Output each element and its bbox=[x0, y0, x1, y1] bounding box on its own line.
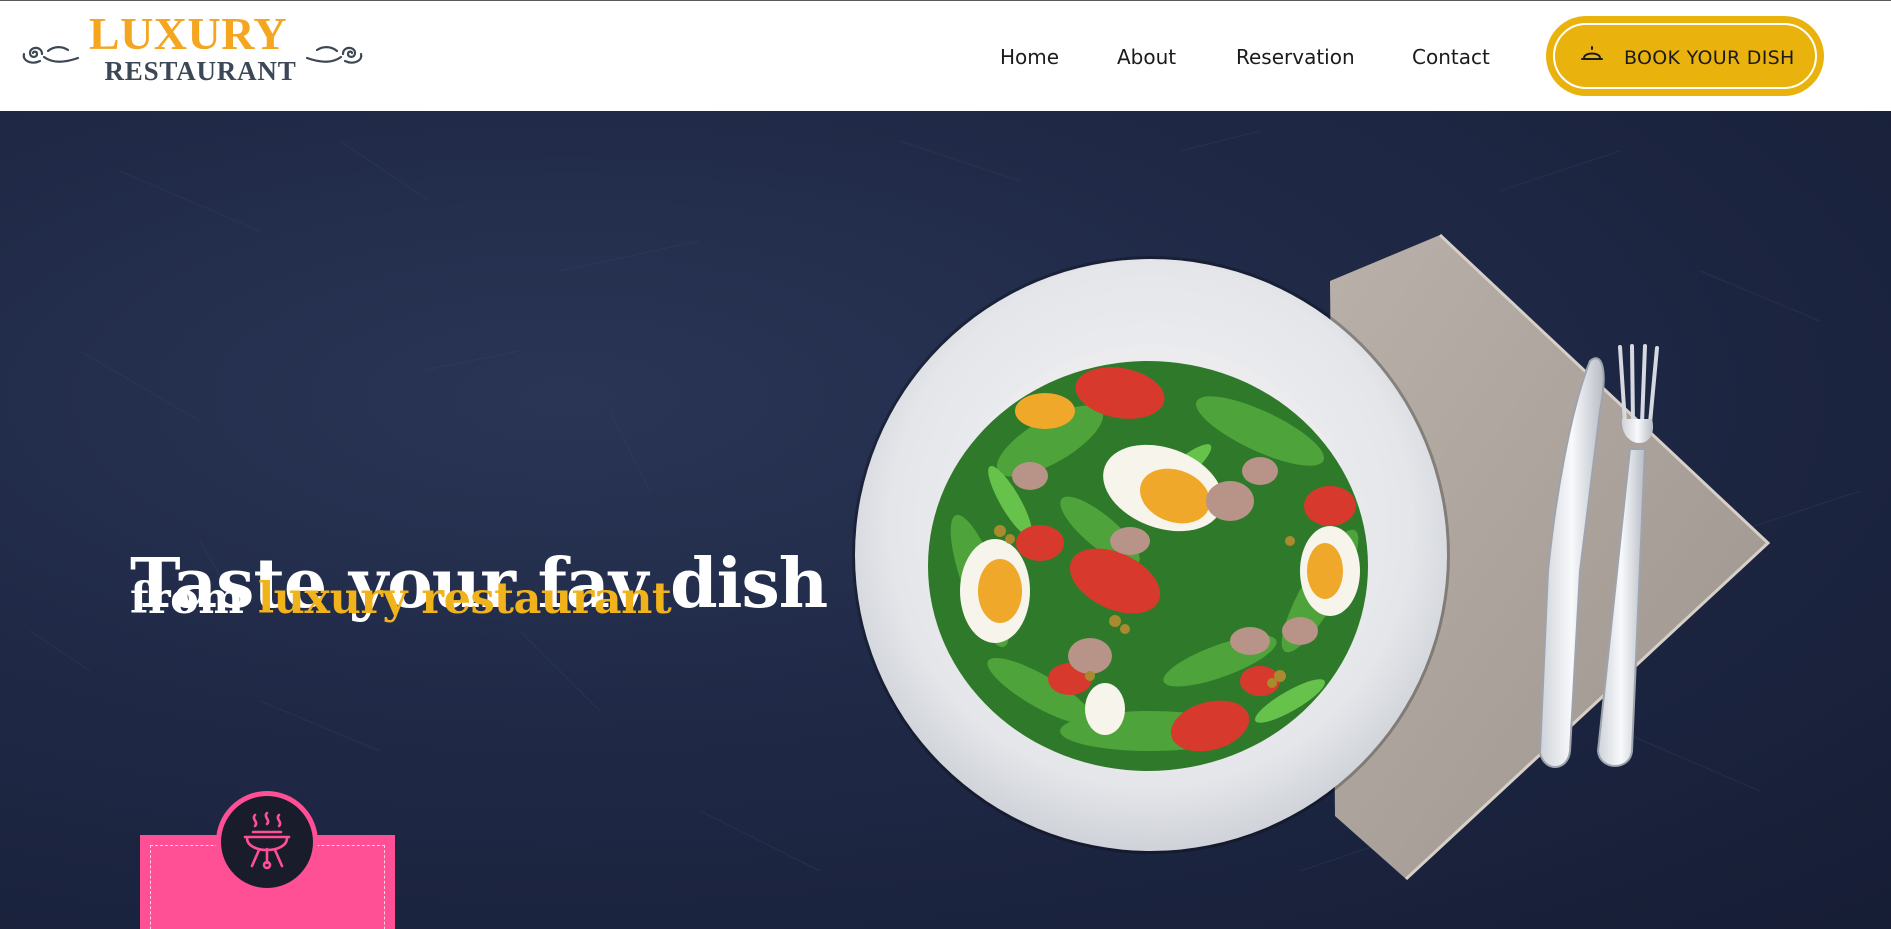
hero-subtitle-prefix: from bbox=[130, 574, 244, 624]
hero-subtitle: from luxury restaurant bbox=[130, 574, 672, 624]
salad bbox=[928, 361, 1368, 771]
left-swirl-ornament bbox=[22, 46, 80, 64]
feature-icon-badge bbox=[216, 791, 318, 893]
brand-logo[interactable]: LUXURY RESTAURANT bbox=[22, 11, 363, 89]
logo-word-luxury: LUXURY bbox=[88, 8, 288, 59]
cloche-icon bbox=[1581, 46, 1603, 60]
book-button-label: BOOK YOUR DISH bbox=[1624, 47, 1795, 69]
nav-link-contact[interactable]: Contact bbox=[1412, 45, 1490, 69]
right-swirl-ornament bbox=[305, 46, 363, 64]
nav-link-reservation[interactable]: Reservation bbox=[1236, 45, 1355, 69]
grill-icon bbox=[243, 811, 291, 870]
feature-icon-badge-inner bbox=[221, 796, 313, 888]
hero-section: Taste your fav dish from luxury restaura… bbox=[0, 111, 1891, 929]
nav-link-home[interactable]: Home bbox=[1000, 45, 1059, 69]
hero-subtitle-highlight: luxury restaurant bbox=[257, 574, 672, 624]
book-your-dish-button[interactable]: BOOK YOUR DISH bbox=[1546, 16, 1824, 96]
logo-word-restaurant: RESTAURANT bbox=[104, 56, 297, 86]
nav-link-about[interactable]: About bbox=[1117, 45, 1176, 69]
site-header: LUXURY RESTAURANT Home About Reservation… bbox=[0, 1, 1891, 111]
